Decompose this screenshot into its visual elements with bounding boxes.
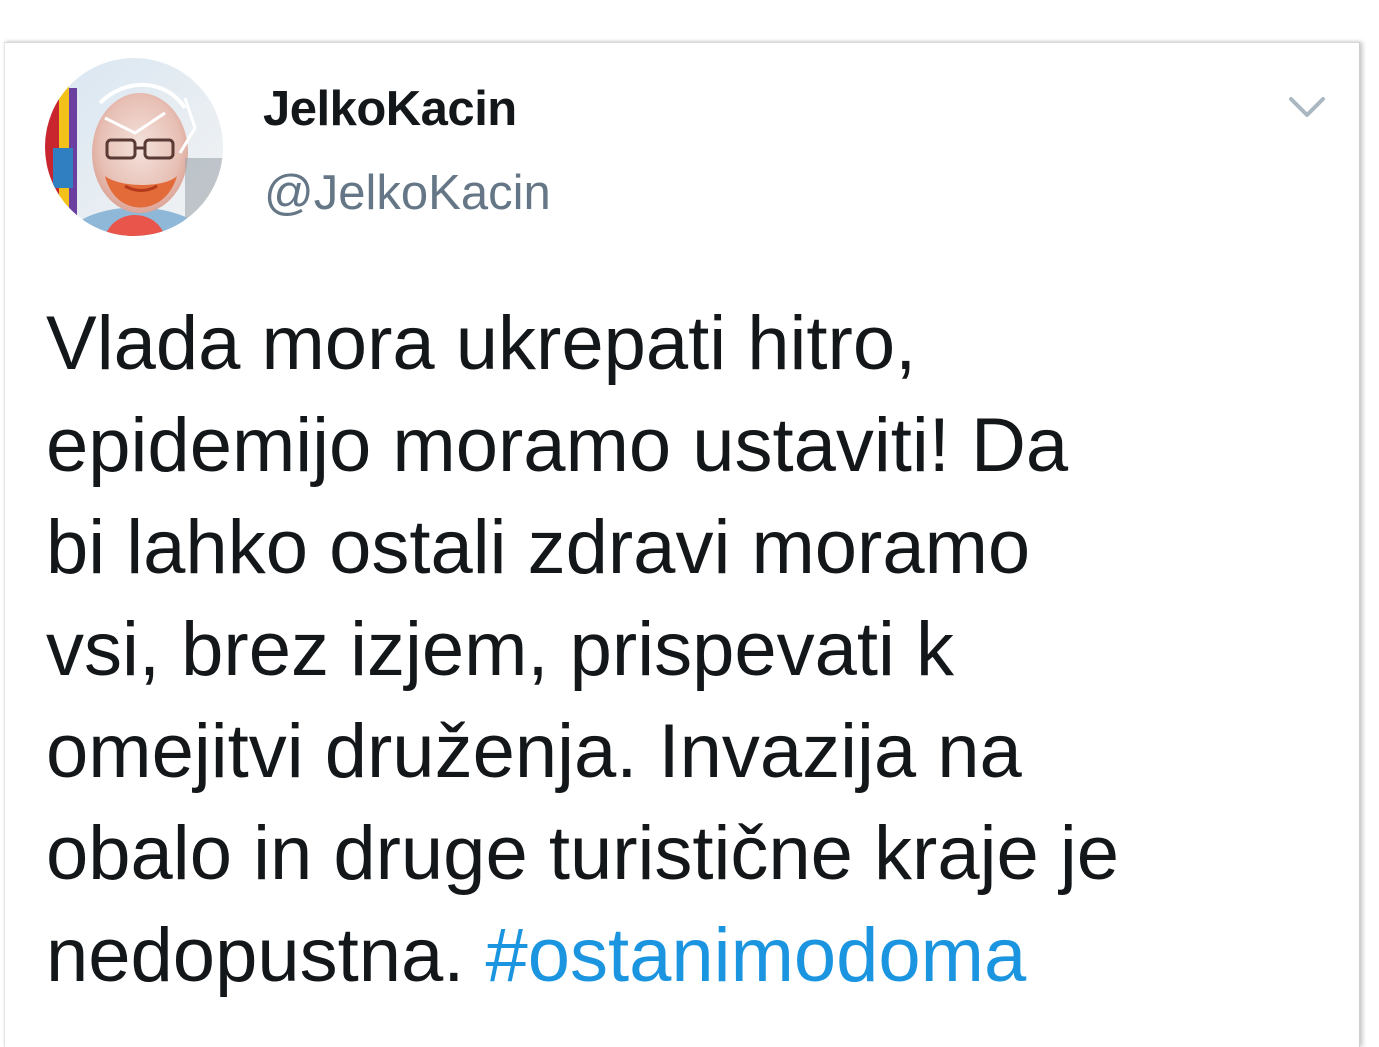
tweet-text-line: Vlada mora ukrepati hitro, — [46, 301, 917, 386]
avatar[interactable] — [45, 58, 223, 236]
chevron-down-icon[interactable] — [1284, 91, 1330, 123]
tweet-text-line: bi lahko ostali zdravi moramo — [46, 505, 1031, 590]
avatar-image — [45, 58, 223, 236]
tweet-text-line: epidemijo moramo ustaviti! Da — [46, 403, 1069, 488]
tweet-text: Vlada mora ukrepati hitro, epidemijo mor… — [46, 293, 1346, 1007]
tweet-text-line: omejitvi druženja. Invazija na — [46, 709, 1022, 794]
hashtag-link[interactable]: #ostanimodoma — [486, 913, 1027, 998]
author-display-name[interactable]: JelkoKacin — [263, 81, 517, 137]
tweet-text-last-line: nedopustna. #ostanimodoma — [46, 905, 1346, 1007]
tweet-text-line: obalo in druge turistične kraje je — [46, 811, 1120, 896]
author-handle[interactable]: @JelkoKacin — [264, 165, 551, 221]
tweet-text-line: vsi, brez izjem, prispevati k — [46, 607, 955, 692]
tweet-text-line: nedopustna. — [46, 913, 486, 998]
tweet-card: JelkoKacin @JelkoKacin Vlada mora ukrepa… — [4, 42, 1360, 1047]
